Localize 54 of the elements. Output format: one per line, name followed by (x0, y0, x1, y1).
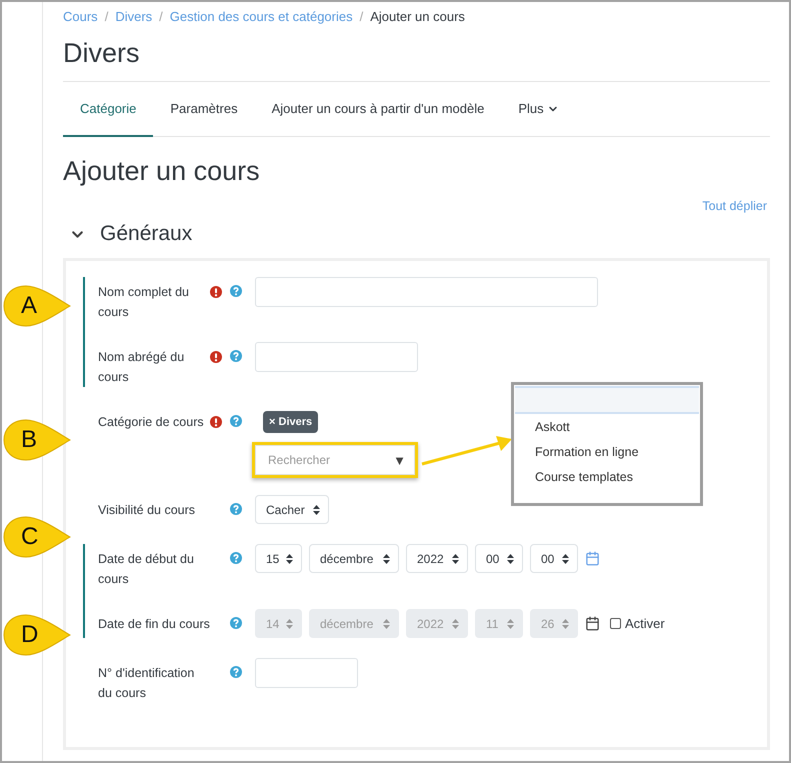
callout-bubble (2, 417, 72, 463)
category-title: Divers (63, 37, 770, 82)
more-menu[interactable]: Plus (501, 82, 576, 137)
field-label: N° d'identification du cours (98, 665, 196, 702)
section-title: Généraux (100, 222, 192, 246)
search-field[interactable]: Rechercher ▼ (255, 445, 415, 475)
field-label: Visibilité du cours (98, 502, 196, 519)
category-tag[interactable]: × Divers (263, 411, 318, 433)
field-label: Nom abrégé du cours (98, 349, 186, 386)
breadcrumb-separator: / (159, 9, 163, 24)
nav-tab[interactable]: Paramètres (153, 82, 255, 137)
sort-caret-icon (383, 618, 390, 628)
field-label: Date de début du cours (98, 551, 195, 588)
sort-caret-icon (383, 554, 390, 564)
callout-letter: B (21, 426, 38, 454)
sort-caret-icon (286, 618, 293, 628)
nav-tab[interactable]: Ajouter un cours à partir d'un modèle (254, 82, 502, 137)
sort-caret-icon (562, 618, 569, 628)
field-label: Nom complet du cours (98, 284, 190, 321)
breadcrumb-separator: / (104, 9, 108, 24)
callout-bubble (2, 612, 72, 658)
visibility-select[interactable]: Cacher (255, 495, 329, 524)
text-field[interactable] (255, 277, 598, 307)
callout-letter: A (21, 292, 38, 320)
nav-tab[interactable]: Catégorie (63, 82, 154, 137)
required-icon (210, 351, 222, 363)
callout-letter: C (21, 523, 38, 551)
help-icon[interactable] (230, 666, 242, 678)
sort-caret-icon (452, 554, 459, 564)
sort-caret-icon (452, 618, 459, 628)
sort-caret-icon (313, 504, 320, 514)
callout-bubble (2, 283, 72, 329)
dropdown-option[interactable]: Course templates (515, 464, 699, 489)
help-icon[interactable] (230, 285, 242, 297)
sort-caret-icon (507, 618, 514, 628)
sort-caret-icon (562, 554, 569, 564)
callout-bubble (2, 514, 72, 560)
callout-letter: D (21, 621, 38, 649)
sort-caret-icon (286, 554, 293, 564)
field-label: Date de fin du cours (98, 616, 210, 633)
text-field[interactable] (255, 342, 418, 372)
page-title: Ajouter un cours (63, 155, 261, 187)
field-label: Catégorie de cours (98, 414, 205, 431)
help-icon[interactable] (230, 503, 242, 515)
text-field[interactable] (255, 658, 358, 688)
help-icon[interactable] (230, 350, 242, 362)
help-icon[interactable] (230, 415, 242, 427)
dropdown-option[interactable]: Formation en ligne (515, 439, 699, 464)
sort-caret-icon (507, 554, 514, 564)
required-icon (210, 416, 222, 428)
breadcrumb-separator: / (360, 9, 364, 24)
breadcrumb-current: Ajouter un cours (370, 9, 465, 24)
required-icon (210, 286, 222, 298)
dropdown-option[interactable]: Askott (515, 414, 699, 439)
